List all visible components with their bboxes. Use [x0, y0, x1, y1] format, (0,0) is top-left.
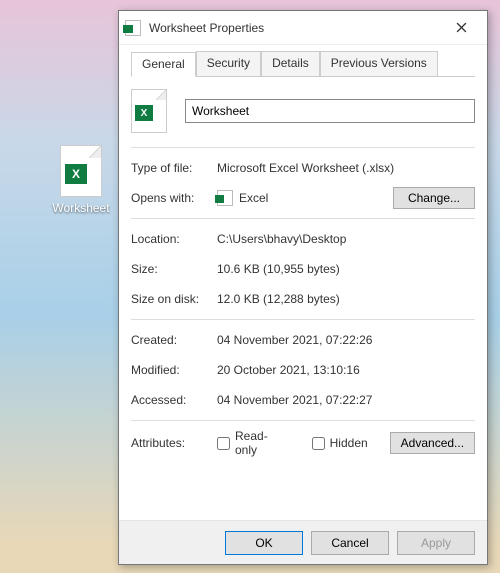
value-type: Microsoft Excel Worksheet (.xlsx): [217, 161, 475, 175]
row-modified: Modified: 20 October 2021, 13:10:16: [131, 358, 475, 382]
value-location: C:\Users\bhavy\Desktop: [217, 232, 475, 246]
file-large-icon: X: [131, 89, 167, 133]
dialog-title: Worksheet Properties: [149, 21, 441, 35]
opens-with-text: Excel: [239, 191, 268, 205]
hidden-input[interactable]: [312, 437, 325, 450]
readonly-checkbox[interactable]: Read-only: [217, 429, 290, 457]
value-created: 04 November 2021, 07:22:26: [217, 333, 475, 347]
filename-input[interactable]: [185, 99, 475, 123]
titlebar-excel-icon: [125, 20, 141, 36]
separator: [131, 420, 475, 421]
label-type: Type of file:: [131, 161, 217, 175]
desktop-file-icon[interactable]: X Worksheet: [45, 145, 117, 215]
row-size: Size: 10.6 KB (10,955 bytes): [131, 257, 475, 281]
tab-previous-versions[interactable]: Previous Versions: [320, 51, 438, 76]
dialog-body: General Security Details Previous Versio…: [119, 45, 487, 520]
row-attributes: Attributes: Read-only Hidden Advanced...: [131, 429, 475, 457]
label-opens-with: Opens with:: [131, 191, 217, 205]
separator: [131, 319, 475, 320]
label-accessed: Accessed:: [131, 393, 217, 407]
row-size-on-disk: Size on disk: 12.0 KB (12,288 bytes): [131, 287, 475, 311]
excel-file-icon: X: [60, 145, 102, 197]
tab-general[interactable]: General: [131, 52, 196, 77]
properties-dialog: Worksheet Properties General Security De…: [118, 10, 488, 565]
excel-app-icon: [217, 190, 233, 206]
row-type: Type of file: Microsoft Excel Worksheet …: [131, 156, 475, 180]
label-created: Created:: [131, 333, 217, 347]
dialog-footer: OK Cancel Apply: [119, 520, 487, 564]
value-opens-with: Excel Change...: [217, 187, 475, 209]
readonly-label: Read-only: [235, 429, 290, 457]
cancel-button[interactable]: Cancel: [311, 531, 389, 555]
file-header: X: [131, 89, 475, 133]
value-accessed: 04 November 2021, 07:22:27: [217, 393, 475, 407]
tab-details[interactable]: Details: [261, 51, 320, 76]
hidden-label: Hidden: [330, 436, 368, 450]
row-location: Location: C:\Users\bhavy\Desktop: [131, 227, 475, 251]
separator: [131, 218, 475, 219]
label-modified: Modified:: [131, 363, 217, 377]
excel-badge-icon: X: [135, 105, 153, 121]
attributes-group: Read-only Hidden Advanced...: [217, 429, 475, 457]
readonly-input[interactable]: [217, 437, 230, 450]
advanced-button[interactable]: Advanced...: [390, 432, 475, 454]
close-button[interactable]: [441, 14, 481, 42]
label-size: Size:: [131, 262, 217, 276]
label-attributes: Attributes:: [131, 436, 217, 450]
desktop-file-label: Worksheet: [45, 201, 117, 215]
titlebar[interactable]: Worksheet Properties: [119, 11, 487, 45]
row-created: Created: 04 November 2021, 07:22:26: [131, 328, 475, 352]
apply-button[interactable]: Apply: [397, 531, 475, 555]
label-size-on-disk: Size on disk:: [131, 292, 217, 306]
tab-strip: General Security Details Previous Versio…: [131, 51, 475, 77]
ok-button[interactable]: OK: [225, 531, 303, 555]
value-modified: 20 October 2021, 13:10:16: [217, 363, 475, 377]
value-size-on-disk: 12.0 KB (12,288 bytes): [217, 292, 475, 306]
change-button[interactable]: Change...: [393, 187, 475, 209]
row-accessed: Accessed: 04 November 2021, 07:22:27: [131, 388, 475, 412]
tab-security[interactable]: Security: [196, 51, 261, 76]
close-icon: [456, 22, 467, 33]
label-location: Location:: [131, 232, 217, 246]
value-size: 10.6 KB (10,955 bytes): [217, 262, 475, 276]
separator: [131, 147, 475, 148]
row-opens-with: Opens with: Excel Change...: [131, 186, 475, 210]
hidden-checkbox[interactable]: Hidden: [312, 436, 368, 450]
excel-badge: X: [65, 164, 87, 184]
